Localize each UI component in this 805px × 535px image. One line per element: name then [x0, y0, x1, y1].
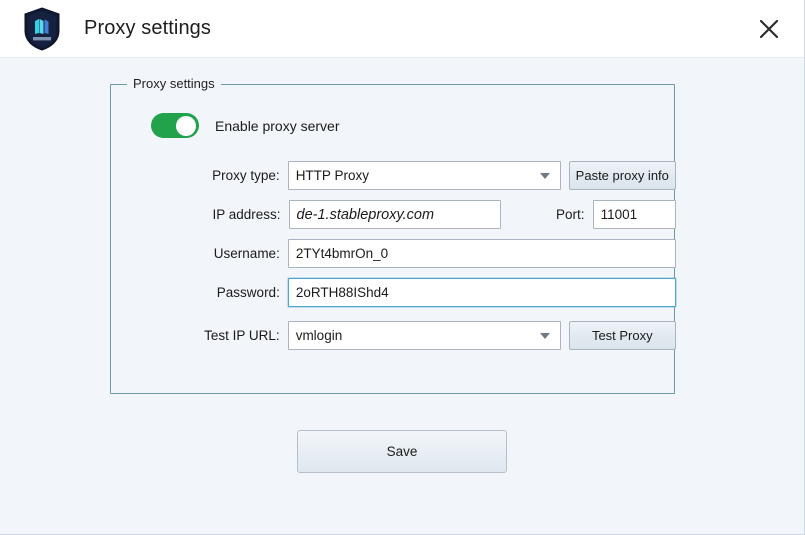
username-input[interactable]: 2TYt4bmrOn_0 [287, 239, 676, 268]
group-legend: Proxy settings [127, 76, 221, 92]
port-input[interactable]: 11001 [592, 200, 676, 229]
test-ip-url-row: Test IP URL: vmlogin Test Proxy [111, 321, 676, 350]
test-proxy-button[interactable]: Test Proxy [568, 321, 676, 350]
ip-address-value: de-1.stableproxy.com [296, 206, 435, 223]
ip-address-label: IP address: [212, 207, 281, 222]
port-value: 11001 [600, 207, 638, 222]
proxy-type-select[interactable]: HTTP Proxy [287, 161, 561, 190]
chevron-down-icon [539, 172, 550, 179]
password-input[interactable]: 2oRTH88IShd4 [287, 278, 676, 307]
ip-address-row: IP address: de-1.stableproxy.com Port: 1… [111, 200, 676, 229]
username-row: Username: 2TYt4bmrOn_0 [111, 239, 676, 268]
username-label: Username: [213, 246, 280, 261]
toggle-knob [176, 115, 196, 136]
ip-address-input[interactable]: de-1.stableproxy.com [288, 200, 501, 229]
test-ip-url-value: vmlogin [295, 328, 343, 343]
username-value: 2TYt4bmrOn_0 [295, 246, 389, 261]
enable-proxy-label: Enable proxy server [215, 117, 340, 134]
proxy-settings-group: Proxy settings Enable proxy server Proxy… [110, 76, 676, 394]
chevron-down-icon [539, 332, 550, 339]
password-value: 2oRTH88IShd4 [295, 285, 389, 300]
test-ip-url-select[interactable]: vmlogin [287, 321, 561, 350]
proxy-settings-dialog: Proxy settings Proxy settings Enable pro… [0, 0, 805, 535]
paste-proxy-info-button[interactable]: Paste proxy info [568, 161, 676, 190]
password-row: Password: 2oRTH88IShd4 [111, 278, 676, 307]
close-icon[interactable] [746, 10, 792, 48]
save-button[interactable]: Save [297, 430, 507, 473]
page-title: Proxy settings [84, 17, 212, 39]
enable-proxy-toggle[interactable] [151, 113, 199, 138]
shield-logo-icon [22, 6, 62, 51]
title-bar: Proxy settings [0, 0, 804, 58]
password-label: Password: [216, 285, 280, 300]
port-label: Port: [556, 207, 585, 222]
proxy-type-row: Proxy type: HTTP Proxy Paste proxy info [111, 161, 676, 190]
proxy-type-value: HTTP Proxy [295, 168, 369, 183]
enable-proxy-row: Enable proxy server [151, 113, 340, 138]
proxy-type-label: Proxy type: [212, 168, 280, 183]
test-ip-url-label: Test IP URL: [204, 328, 280, 343]
dialog-body: Proxy settings Enable proxy server Proxy… [0, 58, 804, 534]
